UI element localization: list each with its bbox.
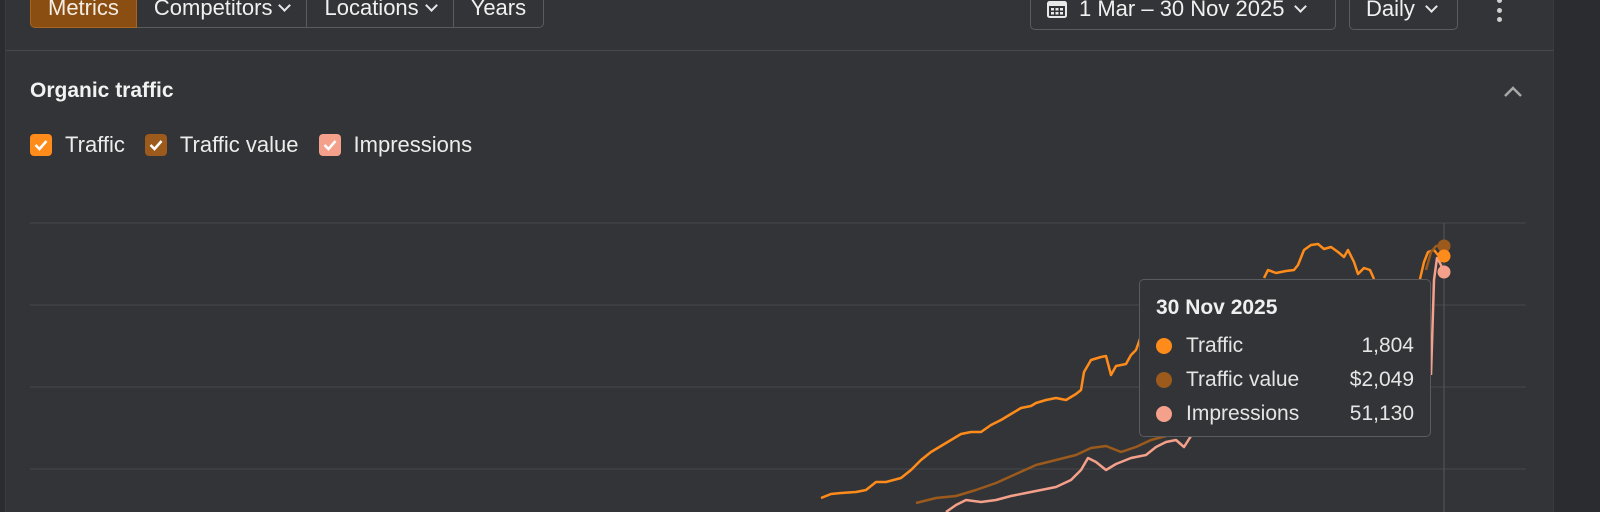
series-line-traffic-top: [1262, 242, 1376, 280]
tooltip-date: 30 Nov 2025: [1156, 296, 1278, 319]
tooltip-row-traffic: Traffic 1,804: [1156, 329, 1414, 363]
organic-traffic-panel: Metrics Competitors Locations Years 1 Ma…: [5, 0, 1554, 512]
tooltip-label: Traffic: [1186, 334, 1244, 357]
tooltip-label: Traffic value: [1186, 368, 1300, 391]
tooltip-row-impressions: Impressions 51,130: [1156, 397, 1414, 431]
tooltip-label: Impressions: [1186, 402, 1300, 425]
tooltip-value: 1,804: [1361, 334, 1414, 357]
hover-point-traffic: [1437, 249, 1451, 263]
series-dot-icon: [1156, 406, 1172, 422]
series-line-traffic: [820, 329, 1146, 500]
hover-point-impressions: [1437, 265, 1451, 279]
series-dot-icon: [1156, 338, 1172, 354]
series-line-impressions: [945, 427, 1202, 512]
tooltip-value: 51,130: [1349, 402, 1414, 425]
tooltip-row-traffic-value: Traffic value $2,049: [1156, 363, 1414, 397]
chart-tooltip: 30 Nov 2025 Traffic 1,804 Traffic value …: [1139, 279, 1431, 437]
tooltip-value: $2,049: [1349, 368, 1414, 391]
series-dot-icon: [1156, 372, 1172, 388]
